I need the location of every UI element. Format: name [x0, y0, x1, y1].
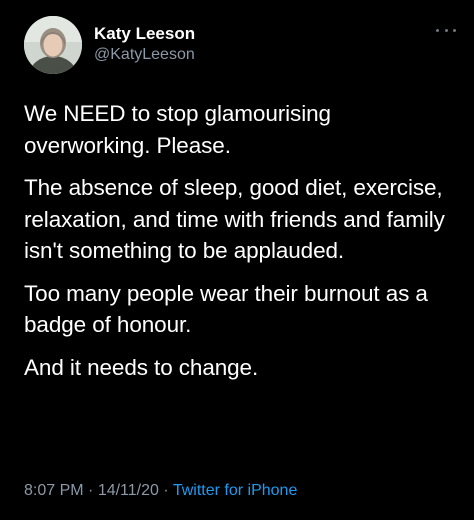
meta-separator: ·	[83, 482, 98, 499]
author-names: Katy Leeson @KatyLeeson	[94, 24, 195, 66]
avatar[interactable]	[24, 16, 82, 74]
more-dot	[436, 28, 439, 32]
author-display-name[interactable]: Katy Leeson	[94, 24, 195, 44]
tweet-paragraph: Too many people wear their burnout as a …	[24, 280, 428, 338]
tweet-paragraph: And it needs to change.	[24, 354, 259, 380]
tweet-text: We NEED to stop glamourising overworking…	[24, 98, 460, 394]
tweet-date[interactable]: 14/11/20	[98, 482, 159, 499]
more-horizontal-icon[interactable]	[436, 24, 456, 36]
avatar-image	[24, 16, 82, 74]
author-handle[interactable]: @KatyLeeson	[94, 44, 195, 66]
tweet-header: Katy Leeson @KatyLeeson	[24, 16, 456, 76]
more-dot	[444, 28, 448, 32]
tweet-time[interactable]: 8:07 PM	[24, 482, 84, 499]
tweet-paragraph: The absence of sleep, good diet, exercis…	[24, 175, 445, 263]
meta-separator: ·	[158, 482, 173, 499]
tweet-source[interactable]: Twitter for iPhone	[173, 482, 298, 499]
tweet-paragraph: We NEED to stop glamourising overworking…	[24, 101, 331, 158]
more-dot	[453, 28, 456, 32]
tweet-meta: 8:07 PM · 14/11/20 · Twitter for iPhone	[24, 480, 297, 502]
tweet-card: Katy Leeson @KatyLeeson We NEED to stop …	[0, 0, 474, 520]
